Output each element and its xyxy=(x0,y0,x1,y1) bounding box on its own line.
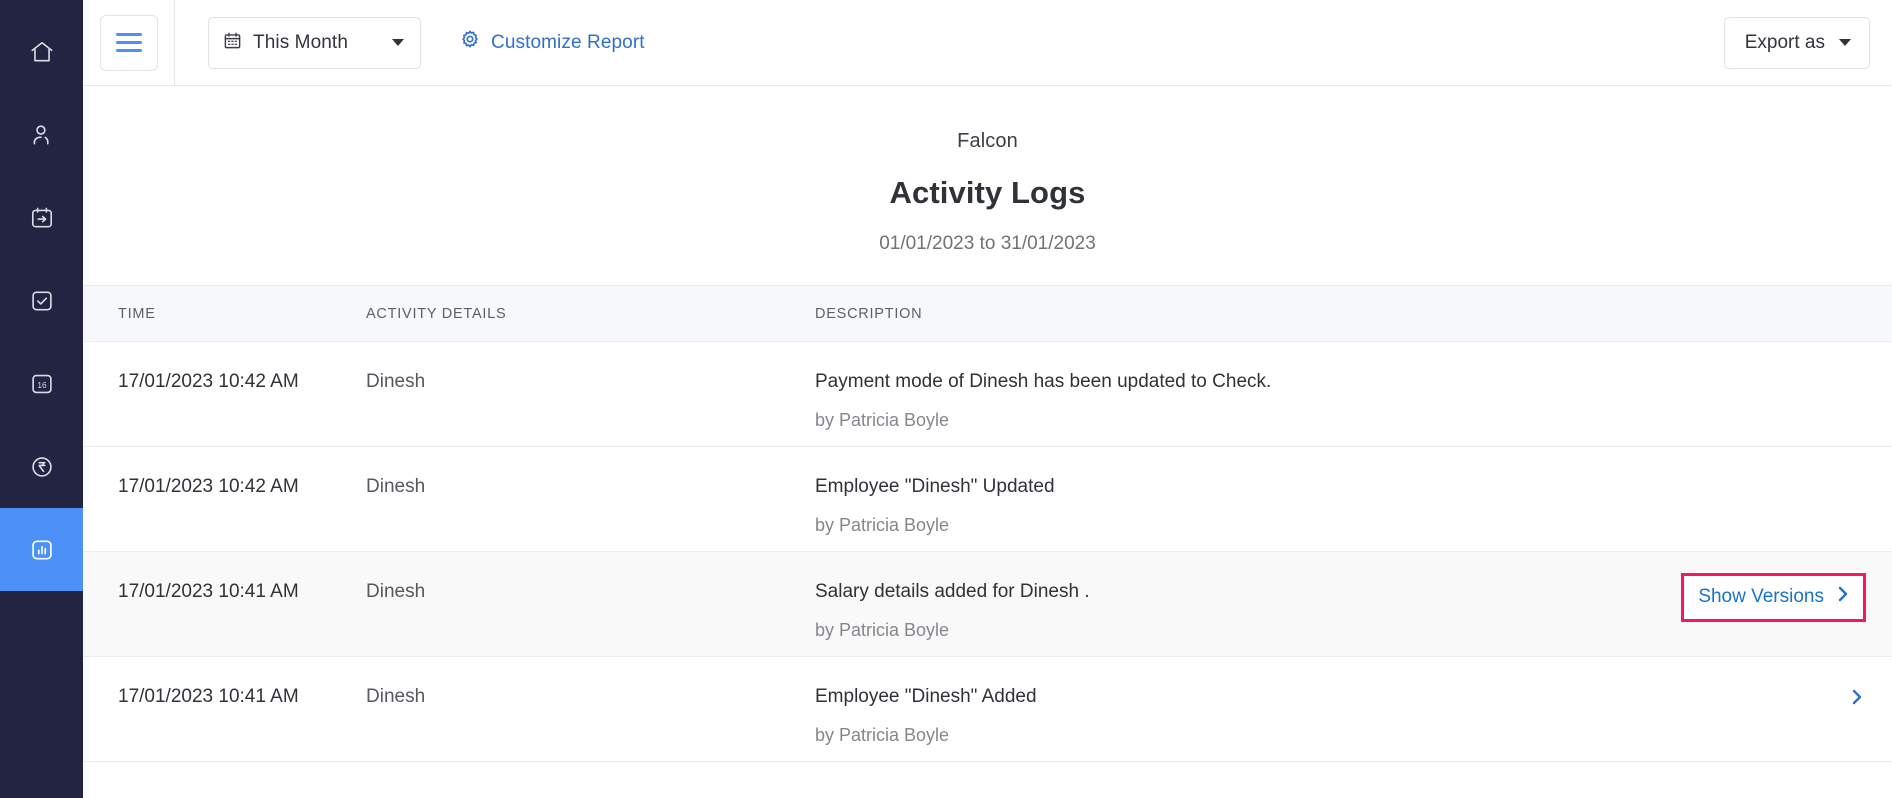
description-author: by Patricia Boyle xyxy=(815,410,1662,432)
menu-toggle-wrap xyxy=(83,0,175,86)
hamburger-icon-bar xyxy=(116,33,142,36)
export-as-button[interactable]: Export as xyxy=(1724,17,1870,69)
rupee-icon xyxy=(29,454,55,480)
cell-description: Salary details added for Dinesh . by Pat… xyxy=(815,581,1662,641)
sidebar-item-reports[interactable] xyxy=(0,508,83,591)
activity-logs-table: TIME ACTIVITY DETAILS DESCRIPTION 17/01/… xyxy=(83,285,1892,762)
calendar-icon xyxy=(223,31,242,55)
app-root: 16 xyxy=(0,0,1892,798)
sidebar-item-home[interactable] xyxy=(0,10,83,93)
hamburger-icon-bar xyxy=(116,41,142,44)
table-row[interactable]: 17/01/2023 10:42 AM Dinesh Payment mode … xyxy=(83,342,1892,447)
organization-name: Falcon xyxy=(83,131,1892,151)
chevron-down-icon xyxy=(392,39,404,46)
chevron-right-icon xyxy=(1836,585,1850,609)
description-text: Employee "Dinesh" Added xyxy=(815,686,1662,709)
cell-activity: Dinesh xyxy=(366,371,815,394)
main-area: This Month Customize Report Export as xyxy=(83,0,1892,798)
cell-description: Employee "Dinesh" Updated by Patricia Bo… xyxy=(815,476,1662,536)
cell-time: 17/01/2023 10:42 AM xyxy=(83,476,366,499)
chevron-down-icon xyxy=(1839,39,1851,46)
show-versions-button[interactable]: Show Versions xyxy=(1698,585,1850,609)
gear-icon xyxy=(459,29,481,56)
report-header: Falcon Activity Logs 01/01/2023 to 31/01… xyxy=(83,86,1892,253)
date-range-label: This Month xyxy=(253,32,348,54)
user-icon xyxy=(29,122,55,148)
table-row[interactable]: 17/01/2023 10:41 AM Dinesh Employee "Din… xyxy=(83,657,1892,762)
sidebar-item-approvals[interactable] xyxy=(0,259,83,342)
cell-activity: Dinesh xyxy=(366,581,815,604)
table-row[interactable]: 17/01/2023 10:41 AM Dinesh Salary detail… xyxy=(83,552,1892,657)
menu-toggle-button[interactable] xyxy=(100,15,158,71)
description-text: Salary details added for Dinesh . xyxy=(815,581,1662,604)
table-row[interactable]: 17/01/2023 10:42 AM Dinesh Employee "Din… xyxy=(83,447,1892,552)
cell-actions: Show Versions xyxy=(1662,581,1892,622)
cell-time: 17/01/2023 10:42 AM xyxy=(83,371,366,394)
cell-time: 17/01/2023 10:41 AM xyxy=(83,581,366,604)
column-header-time: TIME xyxy=(83,306,366,322)
column-header-description: DESCRIPTION xyxy=(815,306,1662,322)
description-author: by Patricia Boyle xyxy=(815,515,1662,537)
customize-report-label: Customize Report xyxy=(491,32,645,54)
cell-actions xyxy=(1662,686,1892,711)
export-as-label: Export as xyxy=(1745,32,1825,54)
page-title: Activity Logs xyxy=(83,177,1892,208)
description-text: Employee "Dinesh" Updated xyxy=(815,476,1662,499)
sidebar-item-employees[interactable] xyxy=(0,93,83,176)
checkbox-icon xyxy=(29,288,55,314)
cell-description: Employee "Dinesh" Added by Patricia Boyl… xyxy=(815,686,1662,746)
table-header-row: TIME ACTIVITY DETAILS DESCRIPTION xyxy=(83,285,1892,342)
date-range-dropdown[interactable]: This Month xyxy=(208,17,421,69)
home-icon xyxy=(29,39,55,65)
cell-description: Payment mode of Dinesh has been updated … xyxy=(815,371,1662,431)
svg-text:16: 16 xyxy=(37,380,47,389)
sidebar-item-leave[interactable] xyxy=(0,176,83,259)
sidebar-item-payroll[interactable] xyxy=(0,425,83,508)
column-header-activity: ACTIVITY DETAILS xyxy=(366,306,815,322)
toolbar: This Month Customize Report Export as xyxy=(83,0,1892,86)
sidebar-item-attendance[interactable]: 16 xyxy=(0,342,83,425)
description-author: by Patricia Boyle xyxy=(815,725,1662,747)
hamburger-icon-bar xyxy=(116,49,142,52)
cell-activity: Dinesh xyxy=(366,686,815,709)
highlight-annotation: Show Versions xyxy=(1681,573,1866,622)
cell-time: 17/01/2023 10:41 AM xyxy=(83,686,366,709)
show-versions-label: Show Versions xyxy=(1698,586,1824,608)
report-container: Falcon Activity Logs 01/01/2023 to 31/01… xyxy=(83,86,1892,798)
calendar-arrow-icon xyxy=(29,205,55,231)
report-date-range: 01/01/2023 to 31/01/2023 xyxy=(83,234,1892,253)
customize-report-button[interactable]: Customize Report xyxy=(459,29,645,56)
sidebar: 16 xyxy=(0,0,83,798)
description-text: Payment mode of Dinesh has been updated … xyxy=(815,371,1662,394)
description-author: by Patricia Boyle xyxy=(815,620,1662,642)
expand-row-button[interactable] xyxy=(1850,688,1866,711)
bar-chart-icon xyxy=(29,537,55,563)
calendar-16-icon: 16 xyxy=(29,371,55,397)
cell-activity: Dinesh xyxy=(366,476,815,499)
